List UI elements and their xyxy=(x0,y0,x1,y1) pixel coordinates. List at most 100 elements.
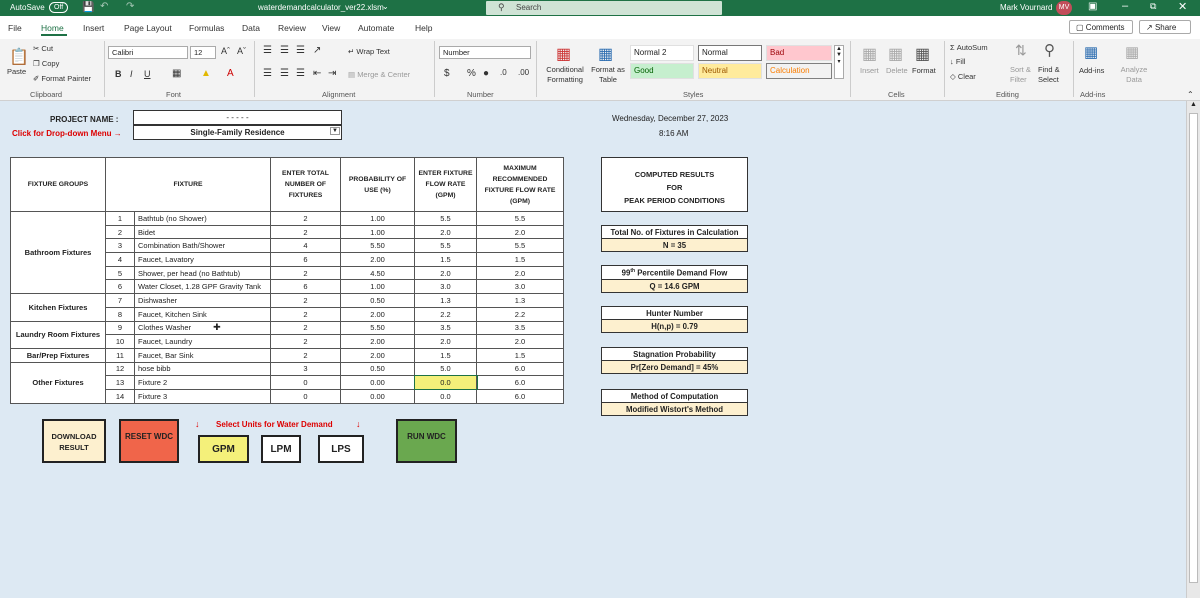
flow-rate-input[interactable]: 3.5 xyxy=(414,320,477,336)
sort-filter-icon[interactable]: ⇅ xyxy=(1015,42,1027,59)
lps-button[interactable]: LPS xyxy=(318,435,364,463)
probability-input[interactable]: 0.00 xyxy=(340,375,415,390)
style-normal[interactable]: Normal xyxy=(698,45,762,61)
fill-button[interactable]: ↓ Fill xyxy=(950,57,965,66)
fixture-name-input[interactable]: Fixture 2 xyxy=(134,375,271,390)
reset-wdc-button[interactable]: RESET WDC xyxy=(119,419,179,463)
autosum-button[interactable]: Σ AutoSum xyxy=(950,43,988,52)
copy-button[interactable]: ❐ Copy xyxy=(33,59,59,68)
decrease-decimal-icon[interactable]: .00 xyxy=(518,68,529,77)
clear-button[interactable]: ◇ Clear xyxy=(950,72,976,81)
fixture-total-input[interactable]: 3 xyxy=(270,361,341,377)
style-normal-2[interactable]: Normal 2 xyxy=(630,45,694,61)
dropdown-arrow-icon[interactable]: ▼ xyxy=(330,127,340,135)
insert-button[interactable]: Insert xyxy=(860,66,879,75)
flow-rate-input[interactable]: 5.5 xyxy=(414,211,477,226)
borders-icon[interactable]: ▦ xyxy=(172,68,181,79)
flow-rate-input[interactable]: 1.5 xyxy=(414,252,477,267)
format-painter-button[interactable]: ✐ Format Painter xyxy=(33,74,91,83)
fixture-total-input[interactable]: 2 xyxy=(270,224,341,240)
tab-automate[interactable]: Automate xyxy=(358,23,394,33)
currency-icon[interactable]: $ xyxy=(444,68,450,79)
fixture-total-input[interactable]: 0 xyxy=(270,388,341,404)
flow-rate-input[interactable]: 1.3 xyxy=(414,293,477,308)
undo-icon[interactable]: ↶ xyxy=(100,1,108,12)
close-icon[interactable]: ✕ xyxy=(1178,0,1187,13)
tab-insert[interactable]: Insert xyxy=(83,23,104,33)
comma-icon[interactable]: ● xyxy=(483,68,489,79)
download-result-button[interactable]: DOWNLOAD RESULT xyxy=(42,419,106,463)
vertical-scrollbar[interactable]: ▲ xyxy=(1186,101,1200,598)
fixture-total-input[interactable]: 6 xyxy=(270,279,341,295)
fixture-total-input[interactable]: 2 xyxy=(270,334,341,349)
conditional-formatting-button[interactable]: Conditional Formatting xyxy=(542,65,588,85)
style-calculation[interactable]: Calculation xyxy=(766,63,832,79)
format-table-icon[interactable]: ▦ xyxy=(598,44,613,64)
project-name-input[interactable]: - - - - - xyxy=(133,110,342,125)
tab-data[interactable]: Data xyxy=(242,23,260,33)
styles-scroll[interactable]: ▲ ▼ ▾ xyxy=(834,45,844,79)
delete-cells-icon[interactable]: ▦ xyxy=(888,44,903,64)
comments-button[interactable]: ▢ Comments xyxy=(1069,20,1133,34)
flow-rate-input[interactable]: 2.0 xyxy=(414,224,477,240)
autosave-toggle[interactable]: Off xyxy=(49,2,69,13)
analyze-data-button[interactable]: Analyze Data xyxy=(1119,65,1149,85)
ribbon-display-icon[interactable]: ▣ xyxy=(1088,1,1097,12)
flow-rate-input[interactable]: 5.5 xyxy=(414,238,477,254)
fixture-total-input[interactable]: 2 xyxy=(270,320,341,336)
probability-input[interactable]: 0.50 xyxy=(340,361,415,377)
find-icon[interactable]: ⚲ xyxy=(1044,41,1055,59)
tab-review[interactable]: Review xyxy=(278,23,306,33)
paste-icon[interactable]: 📋 xyxy=(9,47,29,67)
percent-icon[interactable]: % xyxy=(467,68,476,79)
tab-formulas[interactable]: Formulas xyxy=(189,23,224,33)
addins-icon[interactable]: ▦ xyxy=(1084,43,1098,61)
cut-button[interactable]: ✂ Cut xyxy=(33,44,53,53)
tab-home[interactable]: Home xyxy=(41,23,64,33)
run-wdc-button[interactable]: RUN WDC xyxy=(396,419,457,463)
building-type-select[interactable]: Single-Family Residence ▼ xyxy=(133,125,342,140)
tab-page-layout[interactable]: Page Layout xyxy=(124,23,172,33)
user-name[interactable]: Mark Vournard xyxy=(1000,3,1052,12)
flow-rate-input[interactable]: 2.0 xyxy=(414,265,477,281)
lpm-button[interactable]: LPM xyxy=(261,435,301,463)
find-select-button[interactable]: Find & Select xyxy=(1038,65,1068,85)
format-cells-icon[interactable]: ▦ xyxy=(915,44,930,64)
increase-decimal-icon[interactable]: .0 xyxy=(500,68,507,77)
fill-color-icon[interactable]: ▲ xyxy=(201,68,211,79)
avatar[interactable]: MV xyxy=(1056,1,1072,15)
fixture-total-input[interactable]: 2 xyxy=(270,306,341,322)
decrease-indent-icon[interactable]: ⇤ xyxy=(313,68,321,79)
insert-cells-icon[interactable]: ▦ xyxy=(862,44,877,64)
align-middle-icon[interactable]: ☰ xyxy=(280,45,289,56)
merge-center-button[interactable]: ▤ Merge & Center xyxy=(348,70,410,79)
fixture-total-input[interactable]: 2 xyxy=(270,265,341,281)
grow-font-icon[interactable]: Aˆ xyxy=(221,46,230,56)
style-neutral[interactable]: Neutral xyxy=(698,63,762,79)
share-button[interactable]: ↗ Share xyxy=(1139,20,1191,34)
restore-icon[interactable]: ⧉ xyxy=(1150,1,1156,12)
flow-rate-input[interactable]: 1.5 xyxy=(414,347,477,363)
tab-view[interactable]: View xyxy=(322,23,340,33)
flow-rate-input[interactable]: 2.0 xyxy=(414,334,477,349)
align-top-icon[interactable]: ☰ xyxy=(263,45,272,56)
fixture-total-input[interactable]: 2 xyxy=(270,211,341,226)
addins-button[interactable]: Add-ins xyxy=(1079,66,1104,75)
search-box[interactable]: ⚲ Search xyxy=(486,1,722,15)
font-name-select[interactable]: Calibri xyxy=(108,46,188,59)
fixture-total-input[interactable]: 4 xyxy=(270,238,341,254)
scroll-up-icon[interactable]: ▲ xyxy=(1190,101,1197,108)
align-bottom-icon[interactable]: ☰ xyxy=(296,45,305,56)
tab-file[interactable]: File xyxy=(8,23,22,33)
increase-indent-icon[interactable]: ⇥ xyxy=(328,68,336,79)
paste-label[interactable]: Paste xyxy=(7,67,26,76)
number-format-select[interactable]: Number xyxy=(439,46,531,59)
flow-rate-input[interactable]: 5.0 xyxy=(414,361,477,377)
wrap-text-button[interactable]: ↵ Wrap Text xyxy=(348,47,390,56)
tab-help[interactable]: Help xyxy=(415,23,432,33)
align-right-icon[interactable]: ☰ xyxy=(296,68,305,79)
flow-rate-input[interactable]: 0.0 xyxy=(414,388,477,404)
align-left-icon[interactable]: ☰ xyxy=(263,68,272,79)
analyze-data-icon[interactable]: ▦ xyxy=(1125,43,1139,61)
align-center-icon[interactable]: ☰ xyxy=(280,68,289,79)
